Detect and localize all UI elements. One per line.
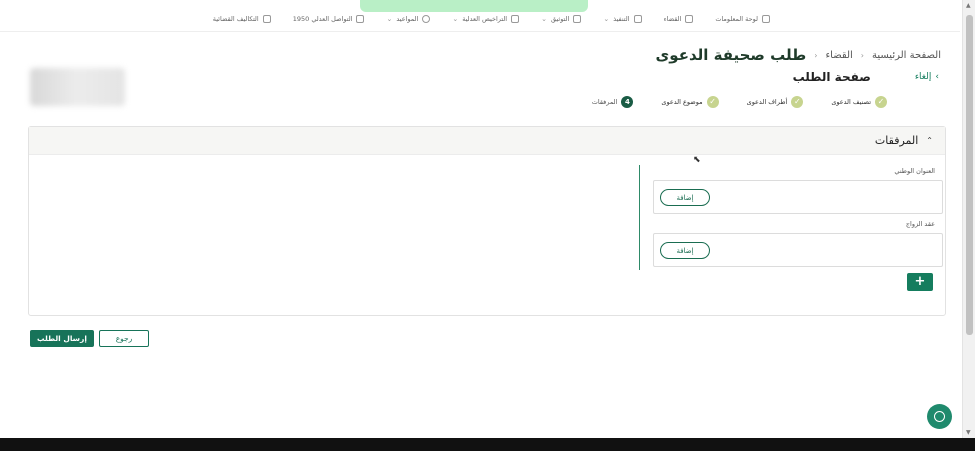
blurred-user-info xyxy=(30,68,125,106)
cancel-label: إلغاء xyxy=(914,72,932,82)
mouse-cursor-icon: ⬉ xyxy=(693,155,701,165)
document-icon xyxy=(573,15,582,23)
marriage-contract-upload: إضافة xyxy=(653,233,943,267)
request-page-title: صفحة الطلب xyxy=(792,70,871,84)
nav-item-judiciary[interactable]: القضاء xyxy=(664,15,694,23)
attachments-title: المرفقات xyxy=(874,134,919,147)
add-national-address-button[interactable]: إضافة xyxy=(660,189,710,206)
subheader: › إلغاء صفحة الطلب xyxy=(793,70,939,84)
marriage-contract-label: عقد الزواج xyxy=(905,220,935,228)
cancel-link[interactable]: › إلغاء xyxy=(915,72,939,82)
nav-label: لوحة المعلومات xyxy=(715,15,758,23)
chevron-down-icon: ⌄ xyxy=(386,15,393,23)
chevron-right-icon: › xyxy=(935,72,939,82)
bottom-bar xyxy=(0,438,975,451)
chevron-left-icon: ‹ xyxy=(860,50,864,60)
vertical-scrollbar[interactable]: ▲ ▼ xyxy=(962,0,975,438)
breadcrumb: الصفحة الرئيسية ‹ القضاء ‹ طلب صحيفة الد… xyxy=(656,46,941,64)
gavel-icon xyxy=(633,15,642,23)
check-icon: ✓ xyxy=(706,96,719,108)
scrollbar-thumb[interactable] xyxy=(966,15,973,335)
step-label: المرفقات xyxy=(591,98,618,106)
attachments-panel: ⌃ المرفقات العنوان الوطني إضافة عقد الزو… xyxy=(28,126,946,316)
chevron-down-icon: ⌄ xyxy=(452,15,459,23)
national-address-label: العنوان الوطني xyxy=(894,167,935,175)
support-chat-icon[interactable] xyxy=(927,404,952,429)
page-title: طلب صحيفة الدعوى xyxy=(655,46,807,64)
license-icon xyxy=(511,15,520,23)
scale-icon xyxy=(685,15,694,23)
chevron-down-icon: ⌄ xyxy=(541,15,547,23)
breadcrumb-judiciary[interactable]: القضاء xyxy=(825,50,852,61)
scroll-down-icon[interactable]: ▼ xyxy=(966,429,971,436)
step-number: 4 xyxy=(621,96,634,108)
app-root: لوحة المعلومات القضاء التنفيذ ⌄ التوثيق … xyxy=(0,0,975,451)
chevron-down-icon: ⌄ xyxy=(603,15,610,23)
scroll-up-icon[interactable]: ▲ xyxy=(966,2,971,9)
step-subject[interactable]: ✓ موضوع الدعوى xyxy=(661,96,719,108)
attachments-panel-header[interactable]: ⌃ المرفقات xyxy=(29,127,945,155)
nav-item-dashboard[interactable]: لوحة المعلومات xyxy=(715,15,770,23)
breadcrumb-home[interactable]: الصفحة الرئيسية xyxy=(872,50,941,61)
receipt-icon xyxy=(262,15,271,23)
nav-label: التواصل العدلي 1950 xyxy=(292,15,353,23)
top-navigation: لوحة المعلومات القضاء التنفيذ ⌄ التوثيق … xyxy=(0,8,960,30)
dashboard-icon xyxy=(762,15,770,23)
phone-icon xyxy=(356,15,365,23)
back-button[interactable]: رجوع xyxy=(99,330,149,347)
stepper: ✓ تصنيف الدعوى ✓ أطراف الدعوى ✓ موضوع ال… xyxy=(564,96,887,108)
check-icon: ✓ xyxy=(875,96,887,108)
nav-label: التراخيص العدلية xyxy=(462,15,508,23)
nav-label: التكاليف القضائية xyxy=(212,15,259,23)
nav-item-contact[interactable]: التواصل العدلي 1950 xyxy=(293,15,365,23)
nav-label: التنفيذ xyxy=(613,15,630,23)
step-parties[interactable]: ✓ أطراف الدعوى xyxy=(747,96,804,108)
nav-label: التوثيق xyxy=(551,15,570,23)
nav-item-documentation[interactable]: التوثيق ⌄ xyxy=(541,15,582,23)
step-classification[interactable]: ✓ تصنيف الدعوى xyxy=(831,96,887,108)
step-label: موضوع الدعوى xyxy=(661,98,703,106)
nav-label: المواعيد xyxy=(396,15,419,23)
submit-request-button[interactable]: إرسال الطلب xyxy=(30,330,94,347)
add-marriage-contract-button[interactable]: إضافة xyxy=(660,242,710,259)
nav-item-appointments[interactable]: المواعيد ⌄ xyxy=(386,15,431,23)
nav-item-licenses[interactable]: التراخيص العدلية ⌄ xyxy=(452,15,520,23)
column-divider xyxy=(639,165,640,270)
step-label: أطراف الدعوى xyxy=(746,98,788,106)
chevron-left-icon: ‹ xyxy=(814,50,818,60)
step-label: تصنيف الدعوى xyxy=(831,98,871,106)
national-address-upload: إضافة xyxy=(653,180,943,214)
step-attachments[interactable]: 4 المرفقات xyxy=(592,96,634,108)
check-icon: ✓ xyxy=(791,96,804,108)
nav-item-execution[interactable]: التنفيذ ⌄ xyxy=(603,15,642,23)
nav-item-costs[interactable]: التكاليف القضائية xyxy=(213,15,271,23)
nav-divider xyxy=(0,31,960,32)
chevron-up-icon: ⌃ xyxy=(926,136,933,145)
nav-label: القضاء xyxy=(663,15,682,23)
clock-icon xyxy=(422,15,431,23)
add-attachment-button[interactable]: + xyxy=(907,273,933,291)
